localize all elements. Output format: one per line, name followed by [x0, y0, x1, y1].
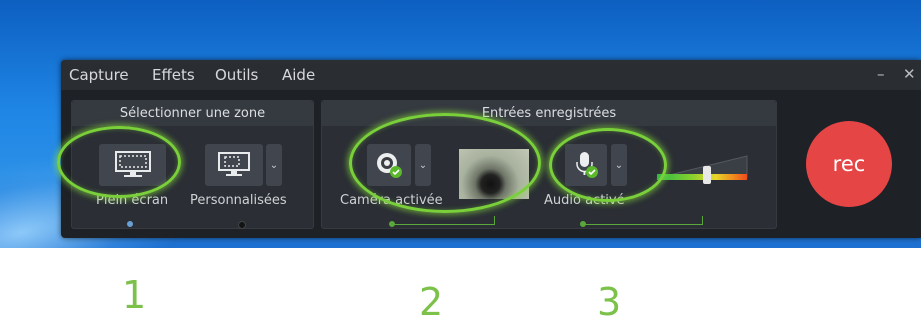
webcam-preview [459, 149, 529, 199]
custom-zone-dropdown[interactable]: ⌄ [266, 144, 282, 186]
full-screen-label: Plein écran [96, 193, 169, 208]
monitor-dashed-icon [218, 152, 250, 176]
custom-zone-button[interactable] [205, 144, 263, 186]
inputs-panel-title: Entrées enregistrées [322, 101, 776, 126]
microphone-icon [576, 152, 598, 178]
recorder-window: Capture Effets Outils Aide – ✕ Sélection… [57, 60, 921, 238]
annotation-2: 2 [419, 280, 444, 324]
zone-panel: Sélectionner une zone Plein écran ⌄ Pers… [71, 100, 314, 229]
audio-button[interactable] [565, 144, 607, 186]
monitor-icon [114, 151, 151, 177]
audio-label: Audio activé [544, 193, 625, 208]
zone-panel-title: Sélectionner une zone [72, 101, 313, 126]
audio-dropdown[interactable]: ⌄ [611, 144, 627, 186]
annotation-3: 3 [597, 280, 622, 324]
minimize-button[interactable]: – [877, 65, 885, 83]
menu-outils[interactable]: Outils [215, 66, 258, 84]
camera-connector-line [394, 224, 494, 225]
chevron-down-icon: ⌄ [418, 159, 428, 171]
audio-connector-tick [702, 216, 703, 225]
annotation-1: 1 [122, 273, 147, 317]
chevron-down-icon: ⌄ [269, 159, 279, 171]
record-button[interactable]: rec [806, 121, 892, 207]
chevron-down-icon: ⌄ [614, 159, 624, 171]
audio-level-slider[interactable] [702, 166, 711, 184]
camera-button[interactable] [367, 144, 411, 186]
custom-zone-label: Personnalisées [190, 193, 287, 208]
menu-bar: Capture Effets Outils Aide – ✕ [61, 60, 921, 90]
camera-dropdown[interactable]: ⌄ [415, 144, 431, 186]
menu-capture[interactable]: Capture [69, 66, 129, 84]
audio-connector-line [585, 224, 703, 225]
full-screen-button[interactable] [99, 144, 166, 186]
camera-label: Caméra activée [340, 193, 443, 208]
menu-aide[interactable]: Aide [282, 66, 315, 84]
camera-connector-tick [494, 216, 495, 225]
webcam-icon [377, 153, 402, 178]
close-button[interactable]: ✕ [903, 65, 916, 83]
menu-effets[interactable]: Effets [152, 66, 195, 84]
